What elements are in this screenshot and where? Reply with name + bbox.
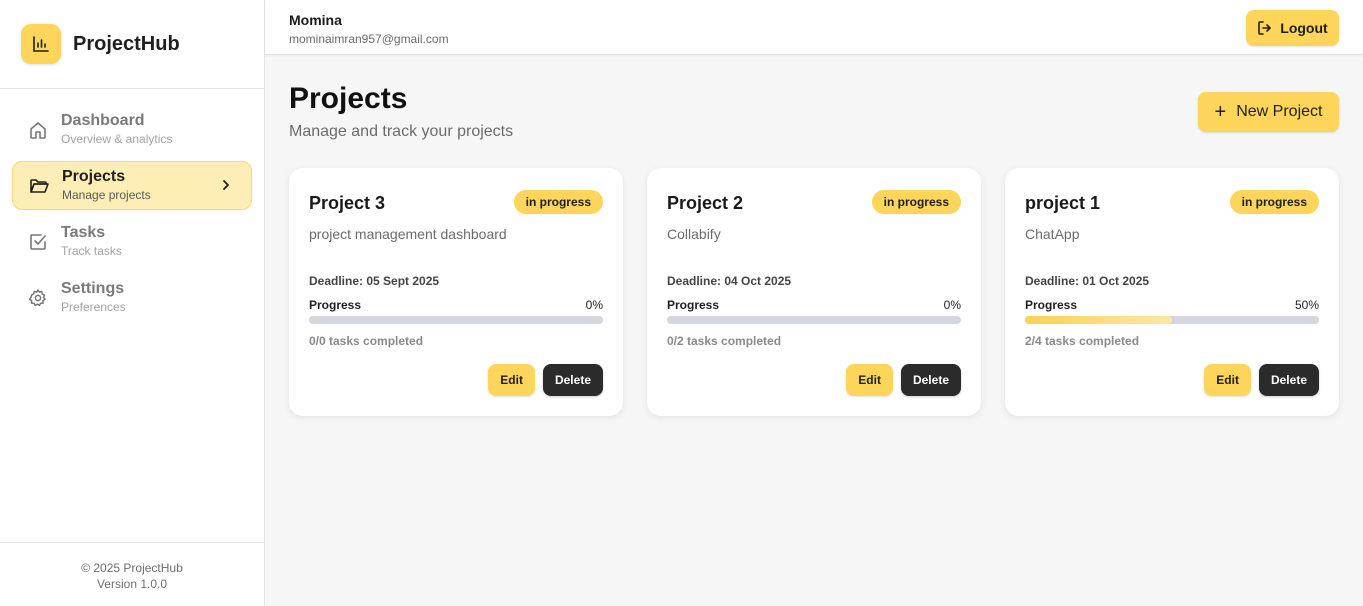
card-actions: Edit Delete — [488, 364, 603, 396]
user-email: mominaimran957@gmail.com — [289, 32, 449, 46]
progress-bar — [1025, 316, 1319, 324]
page-subtitle: Manage and track your projects — [289, 123, 514, 140]
delete-button[interactable]: Delete — [900, 364, 961, 396]
logout-label: Logout — [1280, 20, 1328, 36]
sidebar-item-subtitle: Preferences — [61, 300, 126, 314]
page-title: Projects — [289, 82, 408, 115]
brand[interactable]: ProjectHub — [0, 0, 264, 89]
sidebar-item-dashboard[interactable]: Dashboard Overview & analytics — [12, 105, 252, 154]
card-actions: Edit Delete — [1204, 364, 1319, 396]
tasks-completed: 0/2 tasks completed — [667, 334, 782, 348]
new-project-button[interactable]: + New Project — [1198, 92, 1339, 132]
progress-bar — [309, 316, 603, 324]
plus-icon: + — [1214, 101, 1227, 123]
sidebar-item-label: Settings — [61, 280, 125, 297]
project-description: project management dashboard — [309, 226, 507, 242]
sidebar-footer: © 2025 ProjectHub Version 1.0.0 — [0, 542, 264, 606]
sidebar-item-label: Dashboard — [61, 112, 145, 129]
top-bar: Momina mominaimran957@gmail.com Logout — [265, 0, 1363, 55]
sidebar-item-label: Projects — [62, 168, 126, 185]
home-icon — [28, 120, 48, 140]
copyright-text: © 2025 ProjectHub — [81, 561, 183, 575]
logout-icon — [1258, 21, 1272, 35]
sidebar-item-subtitle: Track tasks — [61, 244, 122, 258]
sidebar-item-tasks[interactable]: Tasks Track tasks — [12, 217, 252, 266]
status-badge: in progress — [871, 190, 961, 214]
version-text: Version 1.0.0 — [96, 577, 168, 591]
tasks-completed: 2/4 tasks completed — [1025, 334, 1140, 348]
progress-label: Progress — [1025, 298, 1078, 312]
project-title: Project 3 — [309, 193, 386, 213]
tasks-completed: 0/0 tasks completed — [309, 334, 424, 348]
progress-fill — [1025, 316, 1172, 324]
edit-button[interactable]: Edit — [488, 364, 535, 396]
gear-icon — [28, 288, 48, 308]
sidebar-nav: Dashboard Overview & analytics Projects … — [0, 89, 264, 322]
project-card: Project 3 in progress project management… — [289, 168, 623, 416]
status-badge: in progress — [513, 190, 603, 214]
folder-icon — [29, 176, 49, 196]
sidebar-item-subtitle: Overview & analytics — [61, 132, 173, 146]
progress-label: Progress — [667, 298, 720, 312]
sidebar-item-subtitle: Manage projects — [62, 188, 151, 202]
progress-value: 50% — [1294, 298, 1319, 312]
card-actions: Edit Delete — [846, 364, 961, 396]
progress-bar — [667, 316, 961, 324]
progress-value: 0% — [943, 298, 961, 312]
progress-label: Progress — [309, 298, 362, 312]
delete-button[interactable]: Delete — [1258, 364, 1319, 396]
sidebar-item-settings[interactable]: Settings Preferences — [12, 273, 252, 322]
project-title: Project 2 — [667, 193, 744, 213]
sidebar-item-label: Tasks — [61, 224, 106, 241]
project-card: project 1 in progress ChatApp Deadline: … — [1005, 168, 1339, 416]
edit-button[interactable]: Edit — [1204, 364, 1251, 396]
chevron-right-icon — [219, 178, 233, 197]
project-cards: Project 3 in progress project management… — [289, 168, 1339, 416]
status-badge: in progress — [1229, 190, 1319, 214]
brand-name: ProjectHub — [73, 32, 180, 55]
logout-button[interactable]: Logout — [1246, 10, 1339, 46]
project-deadline: Deadline: 01 Oct 2025 — [1025, 274, 1150, 288]
progress-value: 0% — [585, 298, 603, 312]
sidebar-item-projects[interactable]: Projects Manage projects — [12, 161, 252, 210]
project-card: Project 2 in progress Collabify Deadline… — [647, 168, 981, 416]
bar-chart-icon — [21, 24, 61, 64]
project-deadline: Deadline: 04 Oct 2025 — [667, 274, 792, 288]
checkbox-icon — [28, 232, 48, 252]
project-deadline: Deadline: 05 Sept 2025 — [309, 274, 440, 288]
edit-button[interactable]: Edit — [846, 364, 893, 396]
delete-button[interactable]: Delete — [542, 364, 603, 396]
project-title: project 1 — [1025, 193, 1101, 213]
new-project-label: New Project — [1236, 103, 1323, 120]
project-description: ChatApp — [1025, 226, 1080, 242]
sidebar: ProjectHub Dashboard Overview & analytic… — [0, 0, 265, 606]
user-name: Momina — [289, 12, 342, 28]
project-description: Collabify — [667, 226, 721, 242]
